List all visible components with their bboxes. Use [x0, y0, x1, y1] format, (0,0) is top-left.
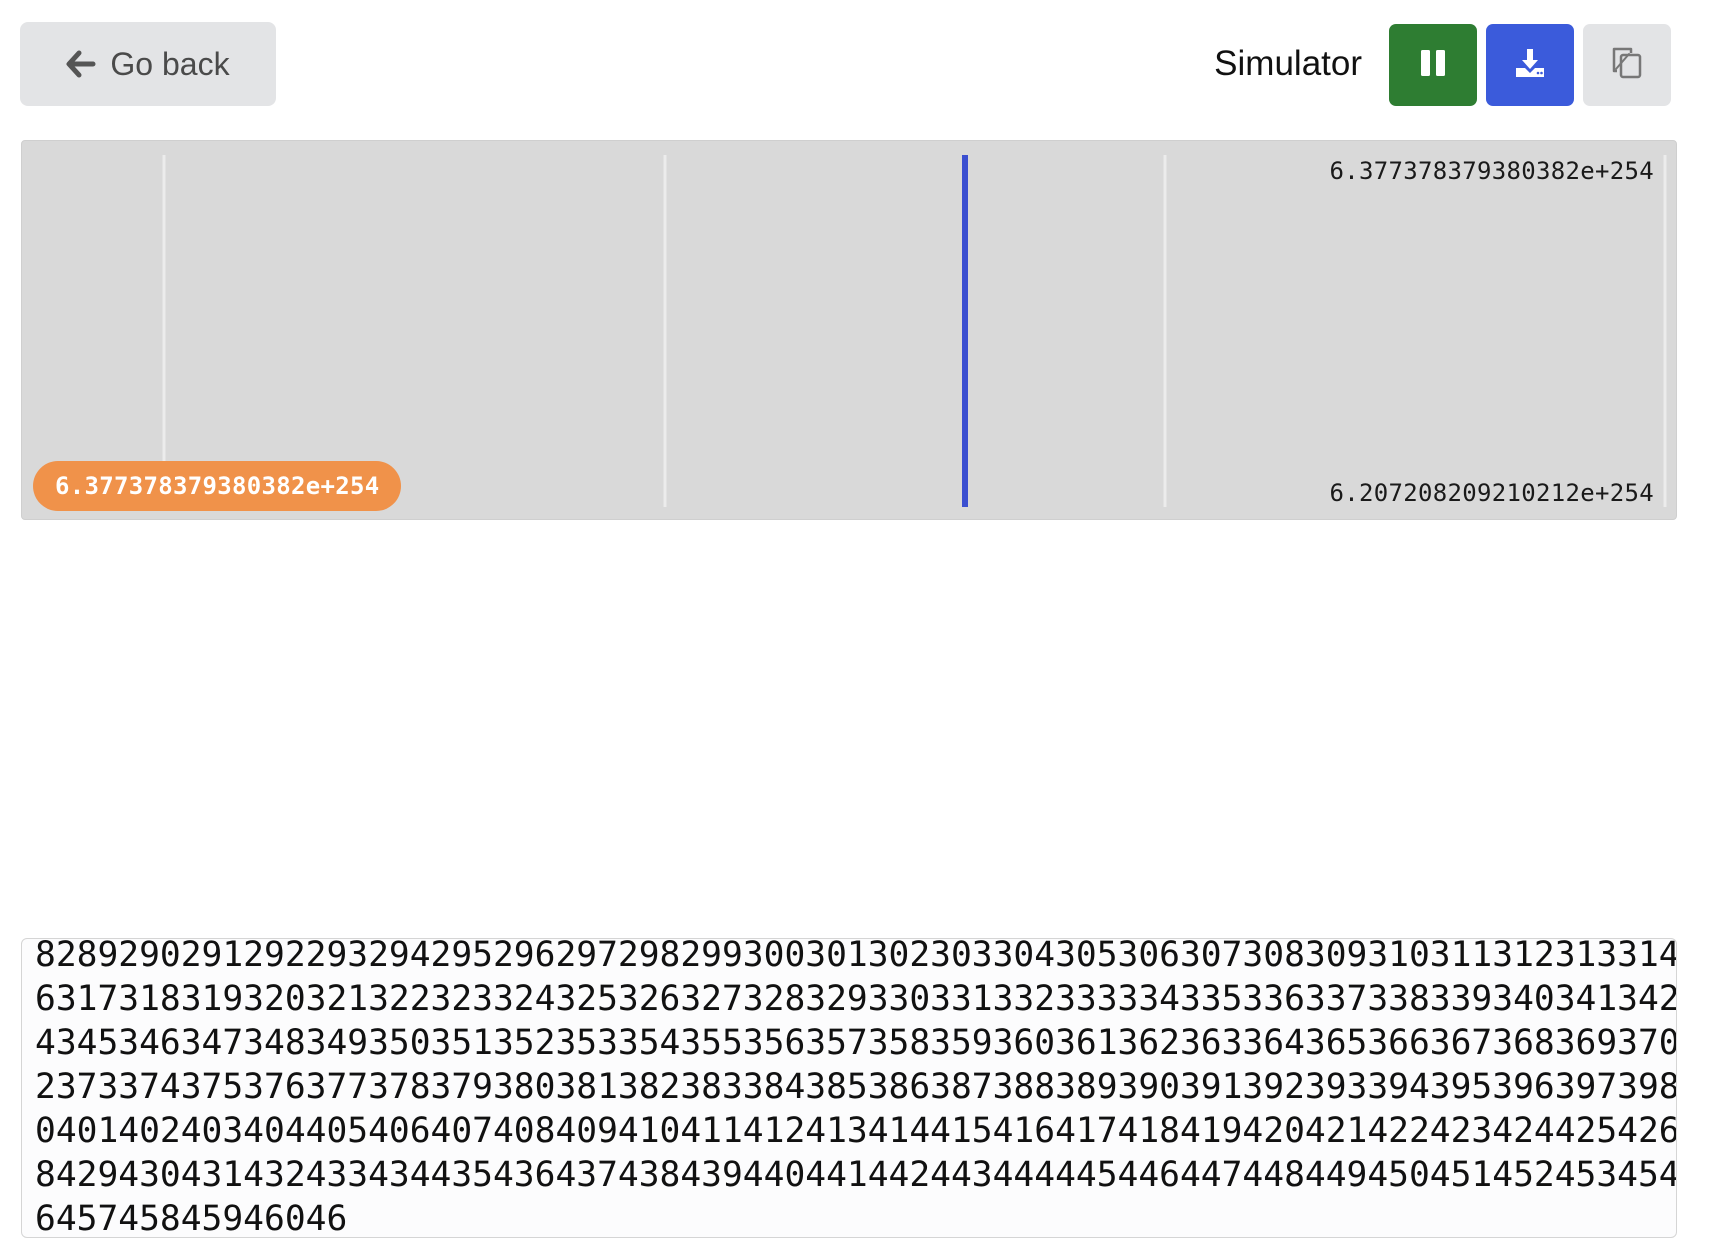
output-text: 8289290291292293294295296297298299300301… — [35, 938, 1677, 1238]
go-back-label: Go back — [110, 45, 230, 82]
arrow-left-icon — [66, 50, 96, 78]
output-line: 2373374375376377378379380381382383384385… — [35, 1067, 1677, 1107]
output-line: 645745845946046 — [35, 1199, 348, 1238]
y-max-label: 6.377378379380382e+254 — [1329, 157, 1654, 185]
current-value-badge: 6.377378379380382e+254 — [33, 461, 402, 511]
go-back-button[interactable]: Go back — [20, 22, 276, 106]
y-min-label: 6.207208209210212e+254 — [1329, 479, 1654, 507]
download-icon — [1513, 46, 1547, 85]
pause-icon — [1418, 48, 1448, 83]
copy-icon — [1609, 45, 1645, 86]
download-button[interactable] — [1486, 24, 1574, 106]
output-line: 8429430431432433434435436437438439440441… — [35, 1155, 1677, 1195]
pause-button[interactable] — [1389, 24, 1477, 106]
simulator-title: Simulator — [1214, 44, 1362, 83]
output-line: 8289290291292293294295296297298299300301… — [35, 938, 1677, 975]
output-line: 4345346347348349350351352353354355356357… — [35, 1023, 1677, 1063]
output-textarea[interactable]: 8289290291292293294295296297298299300301… — [21, 938, 1677, 1238]
output-line: 0401402403404405406407408409410411412413… — [35, 1111, 1677, 1151]
output-line: 6317318319320321322323324325326327328329… — [35, 979, 1677, 1019]
copy-button[interactable] — [1583, 24, 1671, 106]
simulation-chart: 6.377378379380382e+254 6.207208209210212… — [21, 140, 1677, 520]
